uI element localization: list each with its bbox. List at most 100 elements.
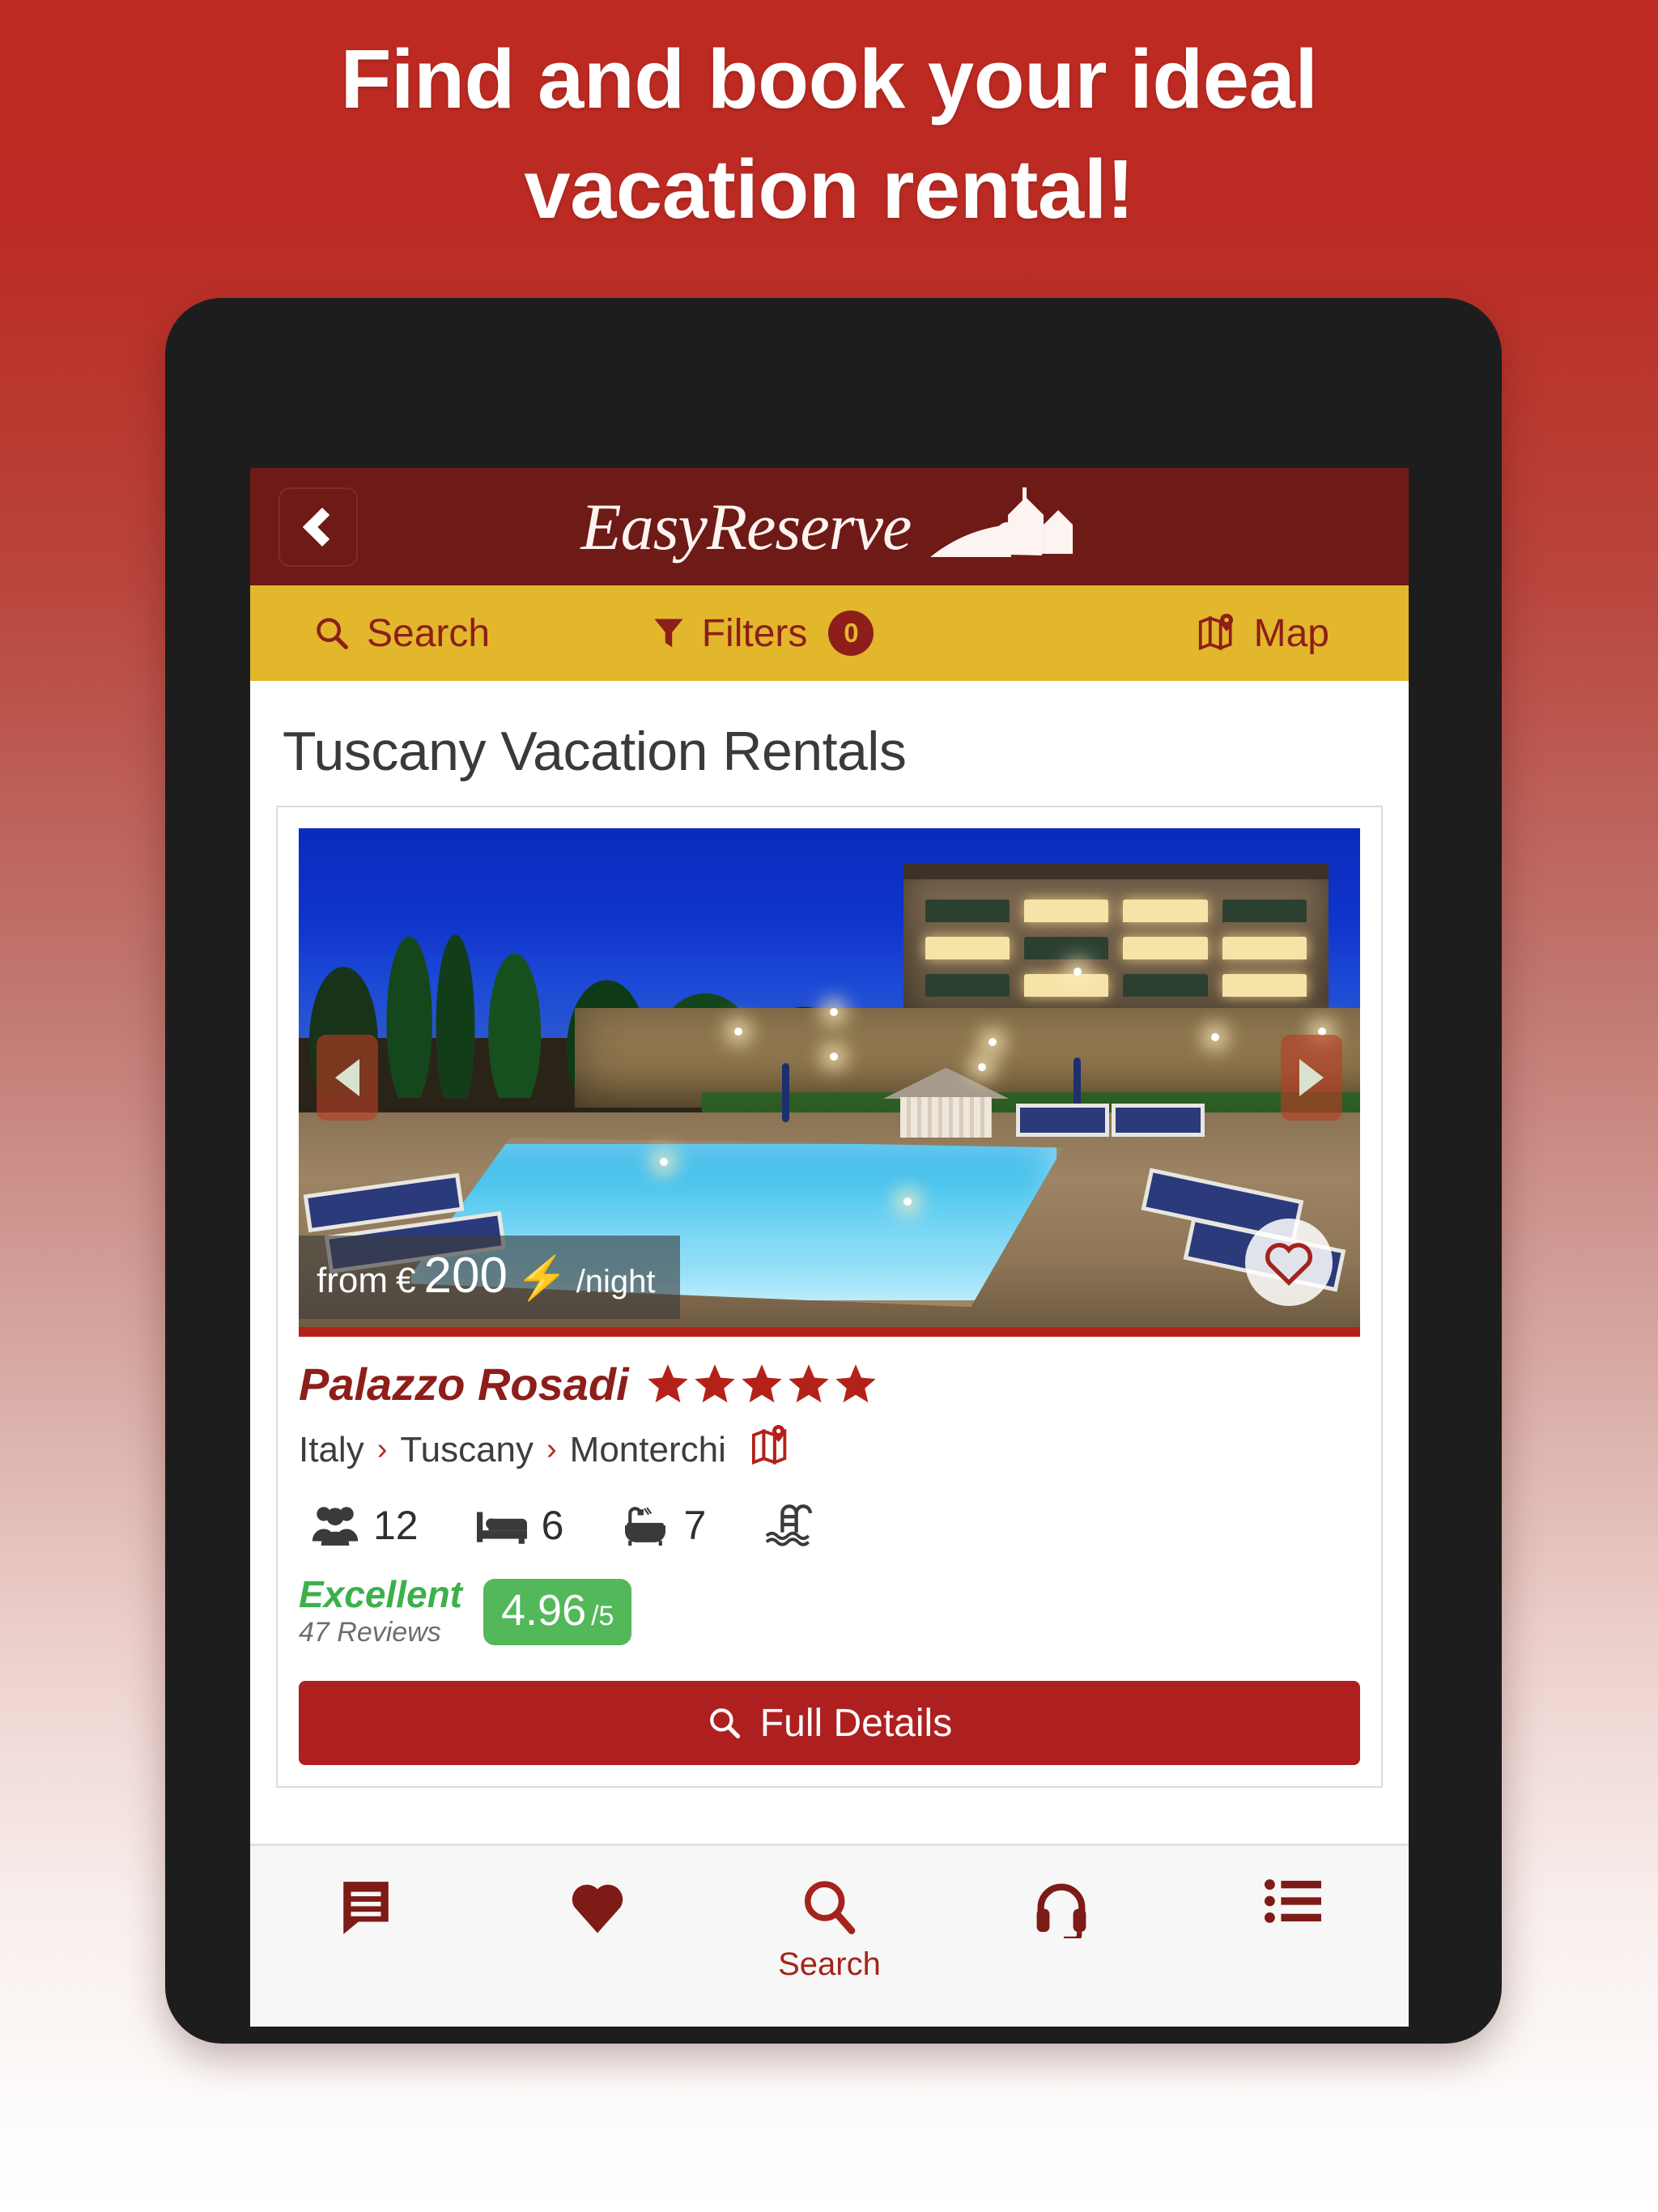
photo-light — [988, 1037, 997, 1046]
amenity-guests: 12 — [312, 1502, 419, 1549]
review-score-badge: 4.96 /5 — [483, 1578, 632, 1645]
chevron-left-icon — [302, 507, 342, 547]
star-icon — [788, 1363, 829, 1402]
chat-icon — [343, 1882, 389, 1934]
amenity-pool — [764, 1503, 829, 1548]
amenities-row: 12 6 7 — [299, 1502, 1360, 1549]
nav-item-support[interactable] — [946, 1846, 1177, 1946]
chevron-left-arrow-icon — [335, 1059, 359, 1096]
favorite-button[interactable] — [1245, 1219, 1333, 1306]
amenity-bedrooms-value: 6 — [541, 1503, 564, 1548]
photo-light — [659, 1157, 668, 1166]
review-score-denominator: /5 — [591, 1600, 614, 1631]
amenity-bedrooms: 6 — [476, 1502, 564, 1549]
breadcrumb-item-region[interactable]: Tuscany — [400, 1430, 534, 1470]
brand-name: EasyReserve — [580, 489, 912, 564]
listing-info: Palazzo Rosadi Italy › Tuscany › Monterc… — [278, 1358, 1381, 1786]
photo-umbrella — [781, 1062, 789, 1123]
listing-name: Palazzo Rosadi — [299, 1359, 629, 1410]
toolbar-filters-button[interactable]: Filters 0 — [652, 610, 874, 656]
photo-lounger — [1116, 1107, 1201, 1133]
toolbar-map-button[interactable]: Map — [1197, 611, 1409, 656]
bottom-navigation: Search — [250, 1844, 1409, 2027]
review-text: Excellent 47 Reviews — [299, 1575, 462, 1648]
search-toolbar: Search Filters 0 Map — [250, 585, 1409, 681]
heart-filled-icon — [572, 1884, 623, 1933]
breadcrumb-separator: › — [546, 1432, 557, 1466]
bathtub-icon — [625, 1507, 666, 1546]
promo-line-2: vacation rental! — [524, 142, 1134, 236]
amenity-bathrooms-value: 7 — [683, 1503, 707, 1548]
photo-villa-windows — [914, 888, 1317, 1008]
star-icon — [647, 1363, 688, 1402]
star-icon — [741, 1363, 782, 1402]
heart-outline-icon — [1265, 1243, 1313, 1286]
app-header: EasyReserve — [250, 468, 1409, 585]
star-icon — [835, 1363, 876, 1402]
full-details-label: Full Details — [759, 1701, 953, 1745]
toolbar-search-button[interactable]: Search — [250, 611, 490, 656]
back-button[interactable] — [278, 487, 358, 567]
photo-light — [829, 1007, 838, 1016]
guests-icon — [312, 1507, 359, 1546]
review-summary: Excellent 47 Reviews 4.96 /5 — [299, 1575, 1360, 1648]
review-score-value: 4.96 — [501, 1585, 587, 1635]
chevron-right-arrow-icon — [1299, 1059, 1324, 1096]
brand-logo: EasyReserve — [581, 483, 1078, 572]
search-icon — [804, 1881, 855, 1934]
breadcrumb-separator: › — [376, 1432, 388, 1466]
villa-hill-logo-icon — [930, 487, 1073, 557]
amenity-guests-value: 12 — [373, 1503, 419, 1548]
price-badge: from € 200 ⚡ /night — [299, 1236, 680, 1319]
listing-name-row: Palazzo Rosadi — [299, 1358, 1360, 1410]
filters-count-badge: 0 — [828, 610, 874, 656]
bed-icon — [476, 1512, 527, 1544]
nav-item-search[interactable]: Search — [713, 1846, 945, 1983]
photo-prev-button[interactable] — [317, 1035, 378, 1121]
breadcrumb-item-town[interactable]: Monterchi — [570, 1430, 726, 1470]
toolbar-filters-label: Filters — [701, 611, 808, 655]
listing-card[interactable]: from € 200 ⚡ /night Palazzo Rosadi Italy… — [276, 806, 1383, 1789]
photo-light — [733, 1027, 742, 1036]
price-suffix: /night — [576, 1264, 656, 1300]
photo-next-button[interactable] — [1281, 1035, 1342, 1121]
list-icon — [1264, 1879, 1321, 1923]
review-count: 47 Reviews — [299, 1617, 441, 1648]
toolbar-map-label: Map — [1253, 611, 1329, 655]
breadcrumb: Italy › Tuscany › Monterchi — [299, 1425, 1360, 1474]
promo-line-1: Find and book your ideal — [340, 32, 1318, 125]
device-screen: EasyReserve Search Filters 0 Map Tuscany… — [250, 468, 1409, 2027]
page-title: Tuscany Vacation Rentals — [283, 721, 907, 782]
lightning-bolt-icon: ⚡ — [515, 1255, 568, 1302]
photo-light — [1211, 1032, 1220, 1041]
price-currency: € — [396, 1261, 416, 1300]
breadcrumb-item-country[interactable]: Italy — [299, 1430, 364, 1470]
photo-light — [978, 1062, 987, 1071]
search-icon — [317, 618, 348, 649]
headset-icon — [1036, 1883, 1086, 1938]
photo-gazebo — [882, 1068, 1010, 1138]
results-page: Tuscany Vacation Rentals from € 200 ⚡ /n… — [250, 681, 1409, 1844]
nav-item-list[interactable] — [1177, 1846, 1409, 1933]
amenity-bathrooms: 7 — [622, 1502, 706, 1549]
star-icon — [694, 1363, 735, 1402]
pool-icon — [765, 1504, 813, 1546]
funnel-icon — [654, 619, 683, 648]
review-word: Excellent — [299, 1573, 462, 1615]
nav-item-messages[interactable] — [250, 1846, 482, 1945]
star-rating — [647, 1363, 877, 1405]
photo-lounger — [1020, 1107, 1106, 1133]
toolbar-search-label: Search — [367, 611, 491, 655]
price-amount: 200 — [423, 1248, 508, 1304]
nav-item-favorites[interactable] — [482, 1846, 713, 1943]
listing-photo[interactable]: from € 200 ⚡ /night — [299, 828, 1360, 1337]
nav-item-search-label: Search — [778, 1946, 881, 1982]
full-details-button[interactable]: Full Details — [299, 1681, 1360, 1766]
promo-headline: Find and book your ideal vacation rental… — [0, 24, 1658, 245]
map-pin-icon — [1198, 614, 1233, 651]
breadcrumb-map-button[interactable] — [750, 1425, 793, 1474]
tablet-frame: EasyReserve Search Filters 0 Map Tuscany… — [165, 298, 1502, 2044]
photo-light — [829, 1053, 838, 1061]
map-pin-icon — [751, 1425, 787, 1465]
search-icon — [709, 1708, 740, 1739]
